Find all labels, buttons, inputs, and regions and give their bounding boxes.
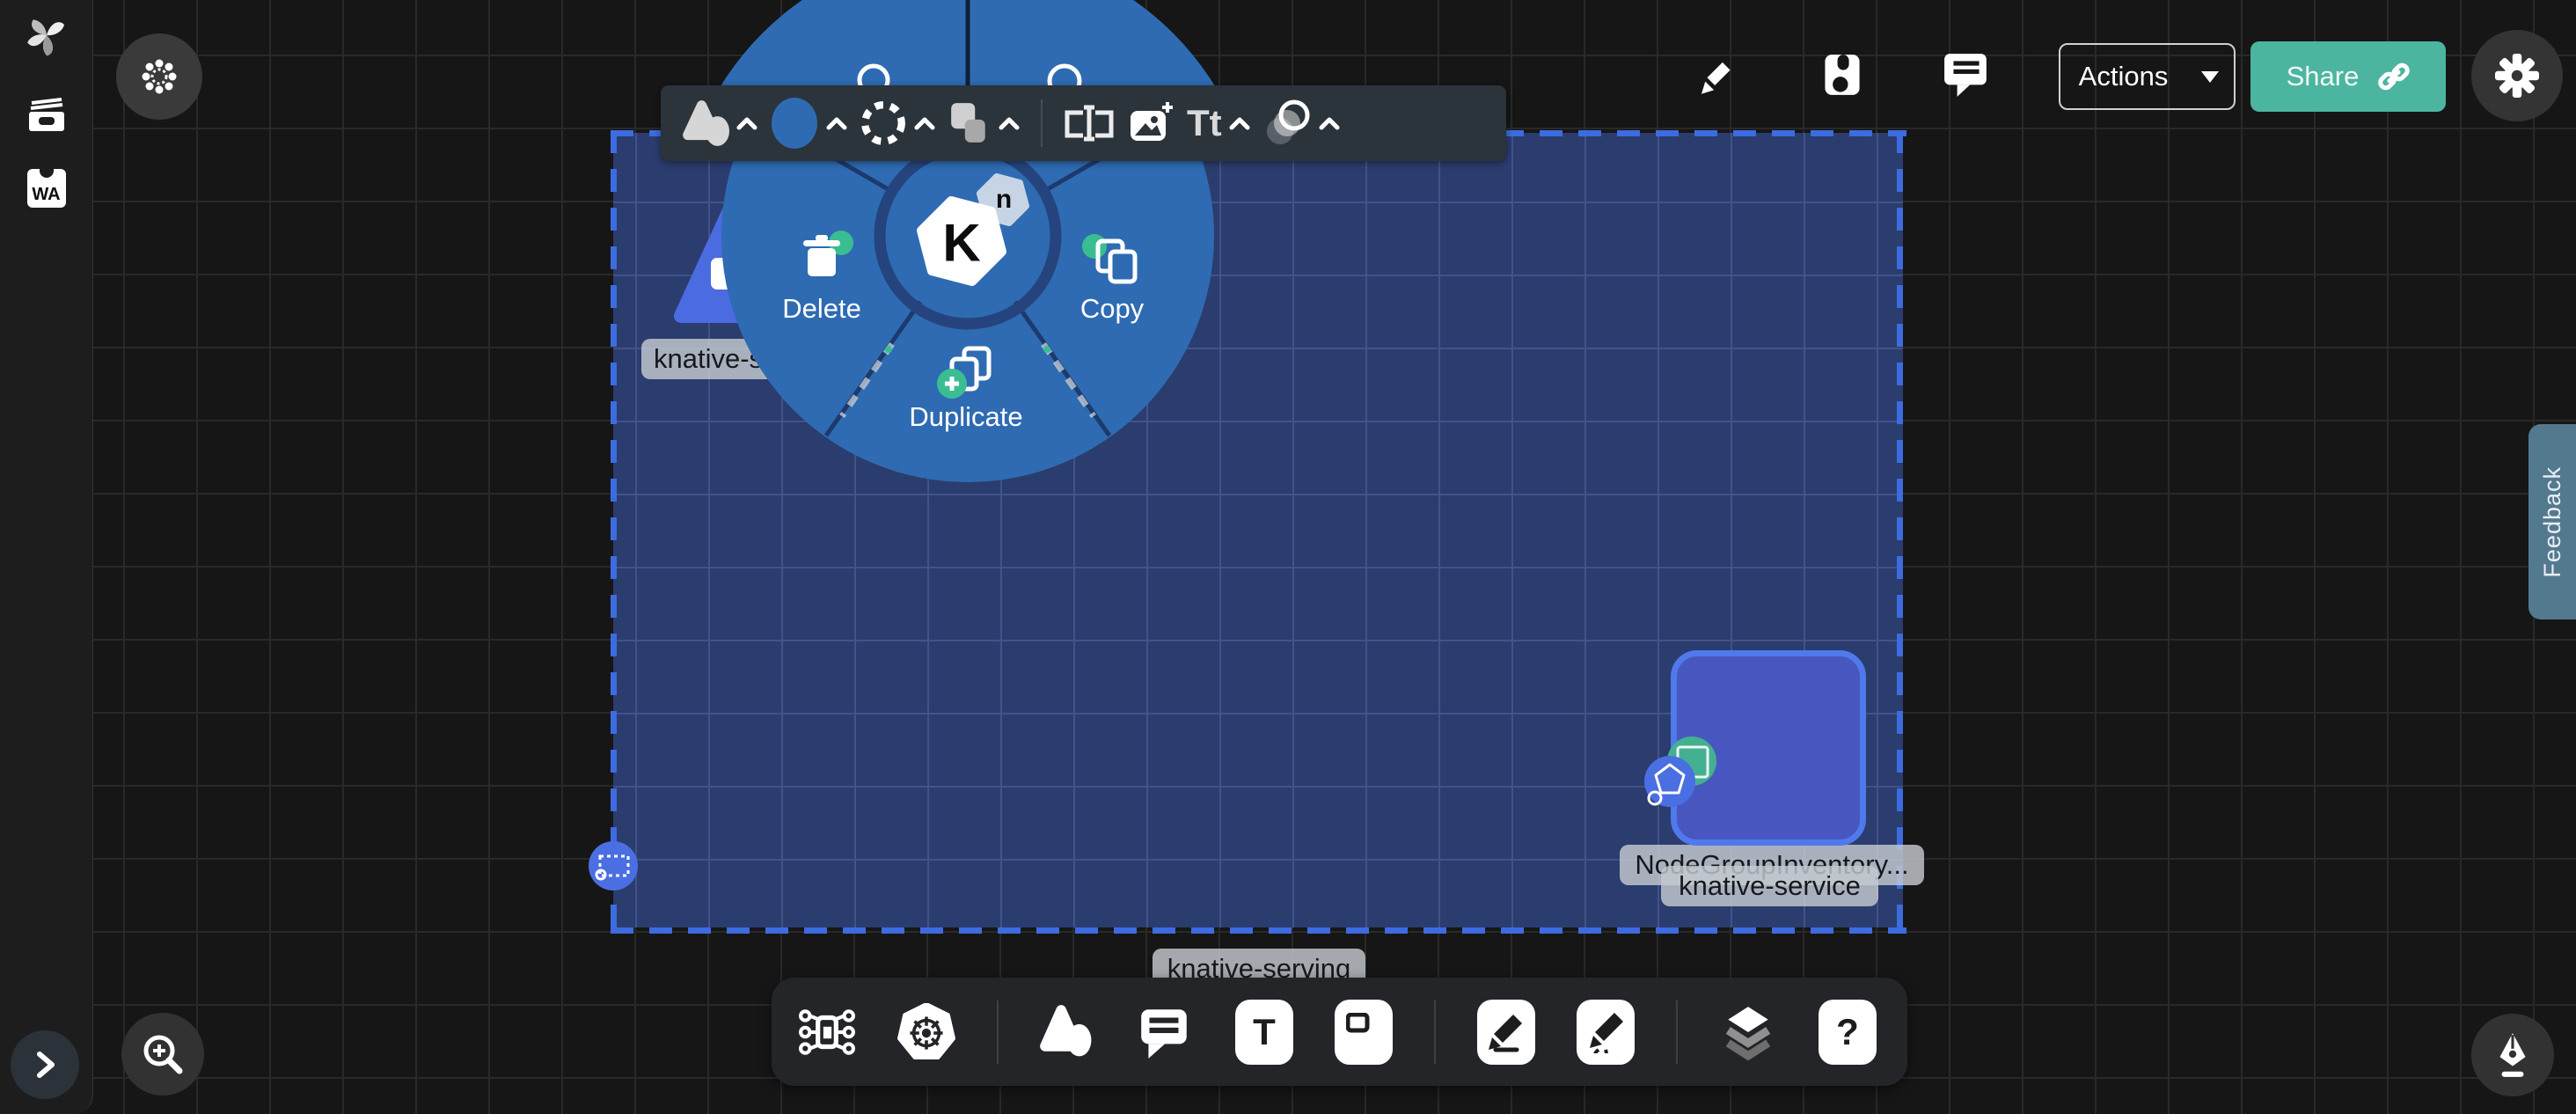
rename-button[interactable] — [1064, 103, 1115, 143]
toolbar-divider — [1041, 99, 1043, 147]
tool-shapes-button[interactable] — [1040, 1004, 1094, 1060]
add-image-icon — [1127, 100, 1175, 146]
pencil-icon — [1577, 1000, 1635, 1065]
hub-letter: K — [942, 213, 980, 274]
opacity-icon — [1262, 99, 1312, 147]
selection-border-left — [611, 130, 617, 934]
tool-pen-button[interactable] — [1477, 1000, 1535, 1065]
pencil-icon — [1694, 53, 1732, 97]
gear-icon — [2495, 54, 2539, 98]
text-style-button[interactable]: Tt — [1187, 102, 1250, 144]
tools-toolbar: T — [772, 978, 1907, 1086]
link-icon — [2378, 61, 2410, 92]
tool-layers-button[interactable] — [1719, 1003, 1777, 1061]
actions-split-button: Actions — [2059, 43, 2236, 110]
shape-style-button[interactable] — [682, 99, 757, 147]
text-style-glyph: Tt — [1187, 102, 1222, 144]
toolbar-divider — [997, 1000, 999, 1064]
actions-dropdown-button[interactable] — [2186, 45, 2234, 108]
tool-text-button[interactable]: T — [1235, 1000, 1293, 1065]
add-image-button[interactable] — [1127, 100, 1175, 146]
archive-box-icon — [26, 96, 67, 133]
tool-label-button[interactable] — [1335, 1000, 1393, 1065]
chevron-up-icon — [999, 116, 1020, 130]
border-style-button[interactable] — [860, 99, 935, 147]
expand-sidebar-button[interactable] — [11, 1030, 79, 1099]
zoom-in-icon — [138, 1030, 187, 1079]
chevron-up-icon — [736, 116, 757, 130]
toolbar-divider — [1434, 1000, 1436, 1064]
component-burst-button[interactable] — [116, 33, 202, 120]
caret-down-icon — [2201, 71, 2219, 83]
diagram-nodes-icon — [798, 1003, 856, 1061]
app-logo-button[interactable] — [26, 14, 68, 59]
radial-item-duplicate[interactable]: Duplicate — [909, 401, 1022, 433]
node-badge-icons — [1628, 722, 1733, 824]
wasm-badge-icon: WA — [27, 169, 66, 208]
radial-item-delete[interactable]: Delete — [782, 293, 861, 325]
pen-nib-icon — [2492, 1031, 2534, 1079]
wa-item[interactable]: WA — [27, 169, 66, 208]
pinwheel-logo-icon — [26, 14, 68, 56]
chevron-up-icon — [1229, 116, 1250, 130]
help-icon: ? — [1819, 1000, 1877, 1065]
pen-icon — [1477, 1000, 1535, 1065]
archive-button[interactable] — [26, 96, 67, 136]
zoom-in-button[interactable] — [121, 1013, 204, 1096]
selection-border-right — [1897, 130, 1903, 934]
text-icon: T — [1235, 1000, 1293, 1065]
format-toolbar: Tt — [661, 85, 1506, 161]
marquee-icon — [594, 850, 633, 882]
save-icon — [1823, 53, 1862, 97]
comment-icon — [1136, 1003, 1194, 1061]
toolbar-divider — [1676, 1000, 1678, 1064]
hub-sub-letter: n — [996, 185, 1012, 215]
overlap-squares-icon — [948, 101, 992, 145]
node-label-front[interactable]: knative-service — [1661, 866, 1878, 906]
tool-help-button[interactable]: ? — [1819, 1000, 1877, 1065]
diagram-canvas[interactable]: knative-s... NodeGroupInventory... knati… — [0, 0, 2576, 1114]
layers-icon — [1719, 1003, 1777, 1061]
chevron-up-icon — [1319, 116, 1340, 130]
tool-pencil-button[interactable] — [1577, 1000, 1635, 1065]
chevron-up-icon — [826, 116, 847, 130]
chevron-up-icon — [914, 116, 935, 130]
tool-diagram-nodes-button[interactable] — [798, 1003, 856, 1061]
kubernetes-icon — [897, 1003, 955, 1061]
comments-button[interactable] — [1943, 51, 1990, 101]
tool-kubernetes-button[interactable] — [897, 1003, 955, 1061]
opacity-button[interactable] — [1262, 99, 1340, 147]
radial-item-copy[interactable]: Copy — [1080, 293, 1144, 325]
actions-button[interactable]: Actions — [2060, 45, 2186, 108]
save-button[interactable] — [1823, 53, 1862, 99]
dashed-ring-icon — [860, 99, 907, 147]
arrangement-button[interactable] — [948, 101, 1020, 145]
chevron-right-icon — [27, 1044, 62, 1086]
share-button[interactable]: Share — [2250, 41, 2446, 112]
fill-color-button[interactable] — [770, 96, 847, 150]
label-icon — [1335, 1000, 1393, 1065]
tool-comment-button[interactable] — [1136, 1003, 1194, 1061]
left-sidebar: WA — [0, 0, 93, 1114]
shapes-icon — [1040, 1004, 1094, 1060]
comment-icon — [1943, 51, 1990, 99]
fill-color-swatch — [770, 96, 819, 150]
selection-edge-handle[interactable] — [589, 841, 638, 890]
burst-icon — [140, 57, 179, 96]
feedback-tab[interactable]: Feedback — [2528, 424, 2576, 619]
settings-button[interactable] — [2471, 30, 2563, 121]
selection-border-bottom — [611, 927, 1906, 934]
edit-button[interactable] — [1694, 53, 1732, 99]
shapes-icon — [682, 99, 729, 147]
rename-field-icon — [1064, 103, 1115, 143]
pen-tool-button[interactable] — [2471, 1014, 2554, 1096]
